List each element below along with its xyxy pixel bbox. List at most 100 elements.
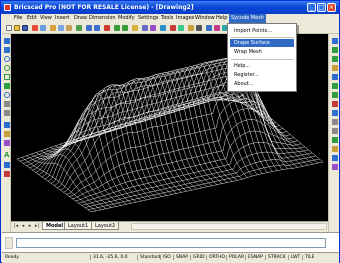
status-iso[interactable]: ISO xyxy=(160,255,171,260)
region-icon[interactable] xyxy=(4,140,10,146)
status-grid[interactable]: GRID xyxy=(190,255,204,260)
print-preview-icon[interactable] xyxy=(40,25,46,31)
erase-icon[interactable] xyxy=(332,38,338,44)
command-input[interactable] xyxy=(16,238,326,248)
menu-item-wrap-mesh[interactable]: Wrap Mesh xyxy=(230,48,294,56)
command-grip[interactable] xyxy=(5,237,13,249)
array-icon[interactable] xyxy=(332,74,338,80)
copy-object-icon[interactable] xyxy=(332,47,338,53)
menu-dimension[interactable]: Dimension xyxy=(89,15,116,21)
fillet-icon[interactable] xyxy=(332,155,338,161)
menu-edit[interactable]: Edit xyxy=(27,15,37,21)
pan-icon[interactable] xyxy=(122,25,128,31)
menu-item-register[interactable]: Register... xyxy=(230,71,294,79)
menu-item-drape-surface[interactable]: Drape Surface xyxy=(230,39,294,47)
extend-icon[interactable] xyxy=(332,128,338,134)
print-icon[interactable] xyxy=(32,25,38,31)
explode-icon[interactable] xyxy=(332,164,338,170)
mesh-line xyxy=(78,142,309,204)
menu-view[interactable]: View xyxy=(40,15,52,21)
stretch-icon[interactable] xyxy=(332,110,338,116)
menu-sycode-mesh[interactable]: Sycode Mesh xyxy=(229,14,266,23)
table-icon[interactable] xyxy=(4,162,10,168)
cut-icon[interactable] xyxy=(50,25,56,31)
trim-icon[interactable] xyxy=(332,119,338,125)
match-properties-icon[interactable] xyxy=(76,25,82,31)
open-folder-icon[interactable] xyxy=(14,25,20,31)
maximize-button[interactable]: □ xyxy=(317,3,326,12)
undo-icon[interactable] xyxy=(86,25,92,31)
prev-tab-icon[interactable]: ◂ xyxy=(20,223,26,229)
polygon-icon[interactable] xyxy=(4,83,10,89)
delete-icon[interactable] xyxy=(104,25,110,31)
menu-item-help[interactable]: Help... xyxy=(230,62,294,70)
status-polar[interactable]: POLAR xyxy=(226,255,244,260)
tool-icon[interactable] xyxy=(178,25,184,31)
redo-icon[interactable] xyxy=(94,25,100,31)
status-ortho[interactable]: ORTHO xyxy=(206,255,225,260)
last-tab-icon[interactable]: ▸| xyxy=(34,223,40,229)
horizontal-scrollbar[interactable] xyxy=(131,223,327,230)
block-icon[interactable] xyxy=(4,131,10,137)
minimize-button[interactable]: _ xyxy=(307,3,316,12)
first-tab-icon[interactable]: |◂ xyxy=(13,223,19,229)
properties-icon[interactable] xyxy=(132,25,138,31)
status-coordinates: 31.6, -25.6, 0.0 xyxy=(90,255,128,260)
tool-icon[interactable] xyxy=(206,25,212,31)
tool-icon[interactable] xyxy=(188,25,194,31)
menu-images[interactable]: Images xyxy=(176,15,194,21)
insert-icon[interactable] xyxy=(4,171,10,177)
menu-help[interactable]: Help xyxy=(216,15,227,21)
arc-icon[interactable] xyxy=(4,65,10,71)
menu-draw[interactable]: Draw xyxy=(74,15,87,21)
next-tab-icon[interactable]: ▸ xyxy=(27,223,33,229)
status-style[interactable]: Standard xyxy=(137,255,160,260)
polyline-icon[interactable] xyxy=(4,47,10,53)
title-bar[interactable]: Bricscad Pro (NOT FOR RESALE License) - … xyxy=(1,1,339,14)
status-tile[interactable]: TILE xyxy=(302,255,314,260)
menu-file[interactable]: File xyxy=(14,15,22,21)
move-icon[interactable] xyxy=(332,83,338,89)
offset-icon[interactable] xyxy=(332,65,338,71)
tool-icon[interactable] xyxy=(214,25,220,31)
point-icon[interactable] xyxy=(4,110,10,116)
menu-insert[interactable]: Insert xyxy=(55,15,69,21)
scale-icon[interactable] xyxy=(332,101,338,107)
tool-icon[interactable] xyxy=(196,25,202,31)
close-button[interactable]: × xyxy=(327,3,336,12)
tab-layout1[interactable]: Layout1 xyxy=(64,222,93,230)
menu-window[interactable]: Window xyxy=(195,15,215,21)
application-window: Bricscad Pro (NOT FOR RESALE License) - … xyxy=(0,0,340,263)
menu-tools[interactable]: Tools xyxy=(161,15,173,21)
break-icon[interactable] xyxy=(332,137,338,143)
paste-icon[interactable] xyxy=(66,25,72,31)
hatch-icon[interactable] xyxy=(4,122,10,128)
menu-item-import-points[interactable]: Import Points... xyxy=(230,27,294,35)
tab-layout2[interactable]: Layout2 xyxy=(91,222,120,230)
rectangle-icon[interactable] xyxy=(4,74,10,80)
mirror-icon[interactable] xyxy=(332,56,338,62)
zoom-icon[interactable] xyxy=(114,25,120,31)
new-file-icon[interactable] xyxy=(6,25,12,31)
copy-icon[interactable] xyxy=(58,25,64,31)
line-icon[interactable] xyxy=(4,38,10,44)
status-lwt[interactable]: LWT xyxy=(288,255,300,260)
menu-item-about[interactable]: About... xyxy=(230,80,294,88)
ellipse-icon[interactable] xyxy=(4,92,10,98)
status-strack[interactable]: STRACK xyxy=(265,255,286,260)
tool-icon[interactable] xyxy=(170,25,176,31)
menu-settings[interactable]: Settings xyxy=(138,15,159,21)
spline-icon[interactable] xyxy=(4,101,10,107)
mesh-line xyxy=(64,93,142,202)
rotate-icon[interactable] xyxy=(332,92,338,98)
status-snap[interactable]: SNAP xyxy=(173,255,188,260)
help-icon[interactable] xyxy=(160,25,166,31)
status-esnap[interactable]: ESNAP xyxy=(245,255,263,260)
chamfer-icon[interactable] xyxy=(332,146,338,152)
menu-modify[interactable]: Modify xyxy=(118,15,135,21)
text-icon[interactable]: A xyxy=(4,152,10,159)
render-icon[interactable] xyxy=(150,25,156,31)
save-icon[interactable] xyxy=(22,25,28,31)
circle-icon[interactable] xyxy=(4,56,10,62)
layers-icon[interactable] xyxy=(142,25,148,31)
